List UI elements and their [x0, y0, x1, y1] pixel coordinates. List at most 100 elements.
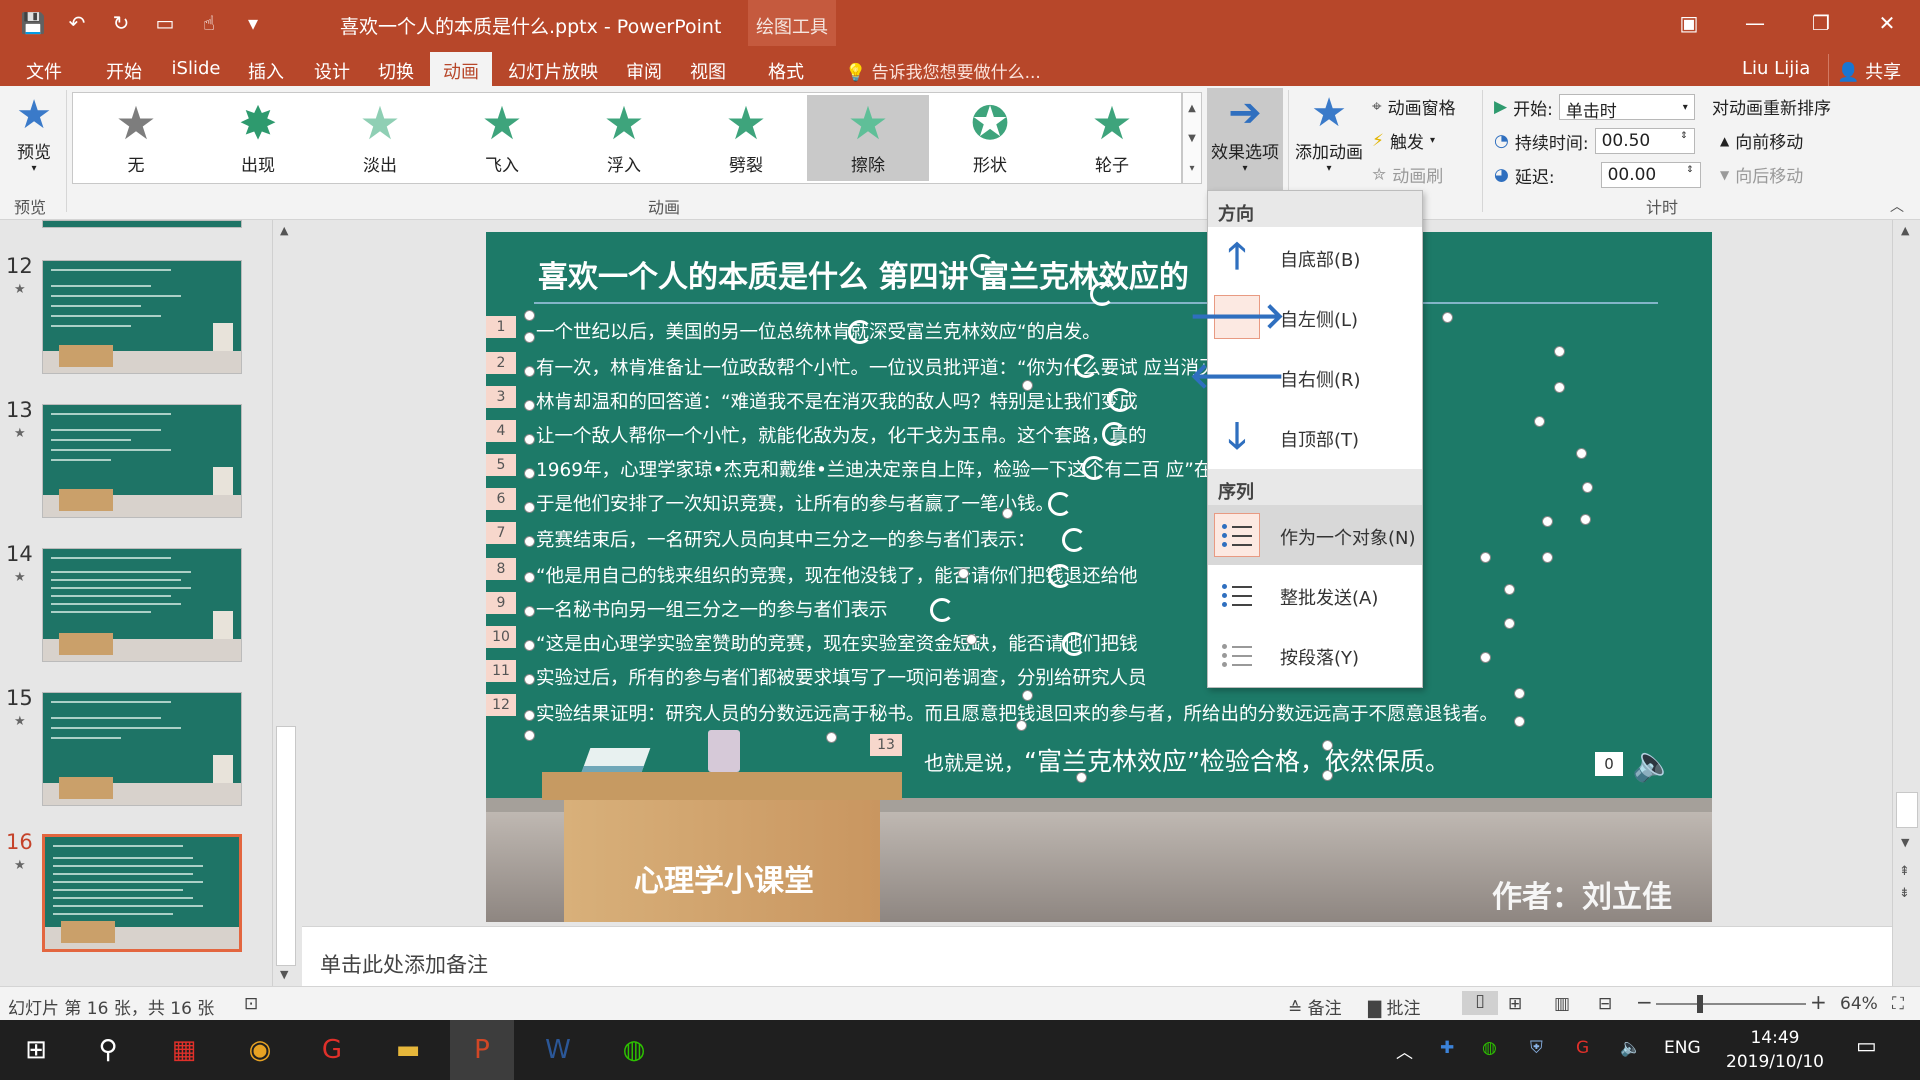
slide-sorter-icon[interactable]: ⊞ — [1508, 994, 1522, 1014]
word-icon[interactable]: W — [526, 1020, 590, 1080]
customize-qat-icon[interactable]: ▾ — [238, 8, 268, 38]
undo-icon[interactable]: ↶ — [62, 8, 92, 38]
slideshow-view-icon[interactable]: ⊟ — [1598, 994, 1612, 1014]
preview-button[interactable]: ★ 预览 ▾ — [6, 92, 62, 174]
tab-transitions[interactable]: 切换 — [366, 52, 426, 86]
tray-expand-icon[interactable]: ︿ — [1396, 1038, 1413, 1063]
fit-slide-icon[interactable]: ⛶ — [1892, 994, 1904, 1014]
effect-options-button[interactable]: ➔ 效果选项 ▾ — [1207, 88, 1283, 190]
resize-handle[interactable] — [524, 332, 535, 343]
resize-handle[interactable] — [1542, 516, 1553, 527]
scroll-up-icon[interactable]: ▲ — [280, 224, 288, 237]
rotate-handle-icon[interactable] — [970, 254, 994, 278]
move-later-button[interactable]: ▼ 向后移动 — [1720, 162, 1803, 187]
minimize-button[interactable]: — — [1722, 0, 1788, 46]
volume-icon[interactable]: 🔈 — [1620, 1038, 1641, 1058]
sequence-all-at-once[interactable]: 整批发送(A) — [1208, 565, 1422, 625]
resize-handle[interactable] — [1322, 740, 1333, 751]
input-language[interactable]: ENG — [1664, 1038, 1701, 1058]
anim-fly-in[interactable]: ★ 飞入 — [441, 95, 563, 181]
rotate-handle-icon[interactable] — [1074, 354, 1098, 378]
text-line-4[interactable]: 让一个敌人帮你一个小忙，就能化敌为友，化干戈为玉帛。这个套路，真的 — [536, 422, 1147, 448]
touch-mode-icon[interactable]: ☝ — [194, 8, 224, 38]
resize-handle[interactable] — [524, 640, 535, 651]
sequence-as-one-object[interactable]: 作为一个对象(N) — [1208, 505, 1422, 565]
thumbnails-scrollbar[interactable]: ▲ ▼ — [272, 220, 298, 986]
powerpoint-icon[interactable]: P — [450, 1020, 514, 1080]
next-slide-icon[interactable]: ⇟ — [1899, 886, 1910, 901]
resize-handle[interactable] — [1514, 716, 1525, 727]
add-animation-button[interactable]: ★ 添加动画 ▾ — [1290, 88, 1368, 174]
anim-appear[interactable]: ✸ 出现 — [197, 95, 319, 181]
resize-handle[interactable] — [826, 732, 837, 743]
anim-none[interactable]: ★ 无 — [75, 95, 197, 181]
zoom-slider[interactable] — [1656, 1003, 1806, 1005]
tell-me-search[interactable]: 💡 告诉我您想要做什么... — [845, 58, 1041, 83]
ribbon-display-options-icon[interactable]: ▣ — [1656, 0, 1722, 46]
trigger-button[interactable]: ⚡ 触发 ▾ — [1372, 128, 1435, 154]
resize-handle[interactable] — [1442, 312, 1453, 323]
scroll-thumb[interactable] — [276, 726, 296, 966]
app-red-g-icon[interactable]: G — [300, 1020, 364, 1080]
zoom-level[interactable]: 64% — [1840, 994, 1878, 1014]
gallery-down-icon[interactable]: ▼ — [1183, 123, 1201, 153]
rotate-handle-icon[interactable] — [848, 320, 872, 344]
zoom-out-icon[interactable]: − — [1636, 990, 1653, 1014]
anim-split[interactable]: ★ 劈裂 — [685, 95, 807, 181]
editor-scrollbar[interactable]: ▲ ▼ ⇞ ⇟ — [1892, 220, 1920, 986]
rotate-handle-icon[interactable] — [1048, 492, 1072, 516]
resize-handle[interactable] — [1582, 482, 1593, 493]
browser-colorwheel-icon[interactable]: ◉ — [228, 1020, 292, 1080]
rotate-handle-icon[interactable] — [1108, 388, 1132, 412]
collapse-ribbon-icon[interactable]: ︿ — [1890, 196, 1904, 216]
rotate-handle-icon[interactable] — [1082, 456, 1106, 480]
resize-handle[interactable] — [524, 310, 535, 321]
tray-shield-icon[interactable]: ⛨ — [1530, 1038, 1543, 1058]
thumbnail-slide-16[interactable] — [42, 834, 242, 952]
speaker-icon[interactable]: 🔈 — [1632, 744, 1680, 784]
resize-handle[interactable] — [1002, 508, 1013, 519]
resize-handle[interactable] — [1534, 416, 1545, 427]
rotate-handle-icon[interactable] — [930, 598, 954, 622]
text-line-6[interactable]: 于是他们安排了一次知识竞赛，让所有的参与者赢了一笔小钱。 — [536, 490, 1054, 516]
notes-pane[interactable]: 单击此处添加备注 — [302, 926, 1892, 986]
resize-handle[interactable] — [1576, 448, 1587, 459]
slide-canvas[interactable]: 喜欢一个人的本质是什么 第四讲 富兰克林效应的 1 一个世纪以后，美国的另一位总… — [486, 232, 1712, 922]
anim-wipe[interactable]: ★ 擦除 — [807, 95, 929, 181]
resize-handle[interactable] — [524, 730, 535, 741]
resize-handle[interactable] — [1322, 770, 1333, 781]
text-line-11[interactable]: 实验过后，所有的参与者们都被要求填写了一项问卷调查，分别给研究人员 — [536, 664, 1147, 690]
resize-handle[interactable] — [524, 366, 535, 377]
spell-check-icon[interactable]: ⊡ — [244, 994, 258, 1014]
prev-slide-icon[interactable]: ⇞ — [1899, 864, 1910, 879]
anim-float-in[interactable]: ★ 浮入 — [563, 95, 685, 181]
sequence-by-paragraph[interactable]: 按段落(Y) — [1208, 625, 1422, 685]
text-line-1[interactable]: 一个世纪以后，美国的另一位总统林肯就深受富兰克林效应“的启发。 — [536, 318, 1101, 344]
tab-file[interactable]: 文件 — [14, 52, 74, 86]
clock[interactable]: 14:49 2019/10/10 — [1726, 1026, 1824, 1074]
text-line-13[interactable]: 也就是说，“富兰克林效应”检验合格，依然保质。 — [924, 742, 1450, 778]
resize-handle[interactable] — [524, 536, 535, 547]
rotate-handle-icon[interactable] — [1048, 564, 1072, 588]
rotate-handle-icon[interactable] — [1090, 282, 1114, 306]
wechat-icon[interactable]: ◍ — [602, 1020, 666, 1080]
notification-center-icon[interactable]: ▭ — [1856, 1034, 1877, 1059]
resize-handle[interactable] — [524, 434, 535, 445]
scroll-down-icon[interactable]: ▼ — [1901, 836, 1909, 849]
duration-input[interactable]: 00.50 ⇕ — [1594, 128, 1695, 154]
anim-fade[interactable]: ★ 淡出 — [319, 95, 441, 181]
direction-from-bottom[interactable]: 🡑 自底部(B) — [1208, 227, 1422, 287]
file-explorer-icon[interactable]: ▬ — [376, 1020, 440, 1080]
direction-from-top[interactable]: 🡓 自顶部(T) — [1208, 407, 1422, 467]
resize-handle[interactable] — [1514, 688, 1525, 699]
start-select[interactable]: 单击时 ▾ — [1558, 94, 1695, 122]
notes-toggle[interactable]: ≙ 备注 — [1288, 994, 1342, 1019]
tab-slideshow[interactable]: 幻灯片放映 — [500, 52, 606, 86]
resize-handle[interactable] — [524, 606, 535, 617]
tab-format[interactable]: 格式 — [754, 52, 818, 86]
resize-handle[interactable] — [1480, 552, 1491, 563]
thumbnail-slide-14[interactable] — [42, 548, 242, 662]
thumbnail-slide-13[interactable] — [42, 404, 242, 518]
user-name[interactable]: Liu Lijia — [1742, 58, 1810, 79]
normal-view-icon[interactable]: ▯ — [1462, 991, 1498, 1015]
